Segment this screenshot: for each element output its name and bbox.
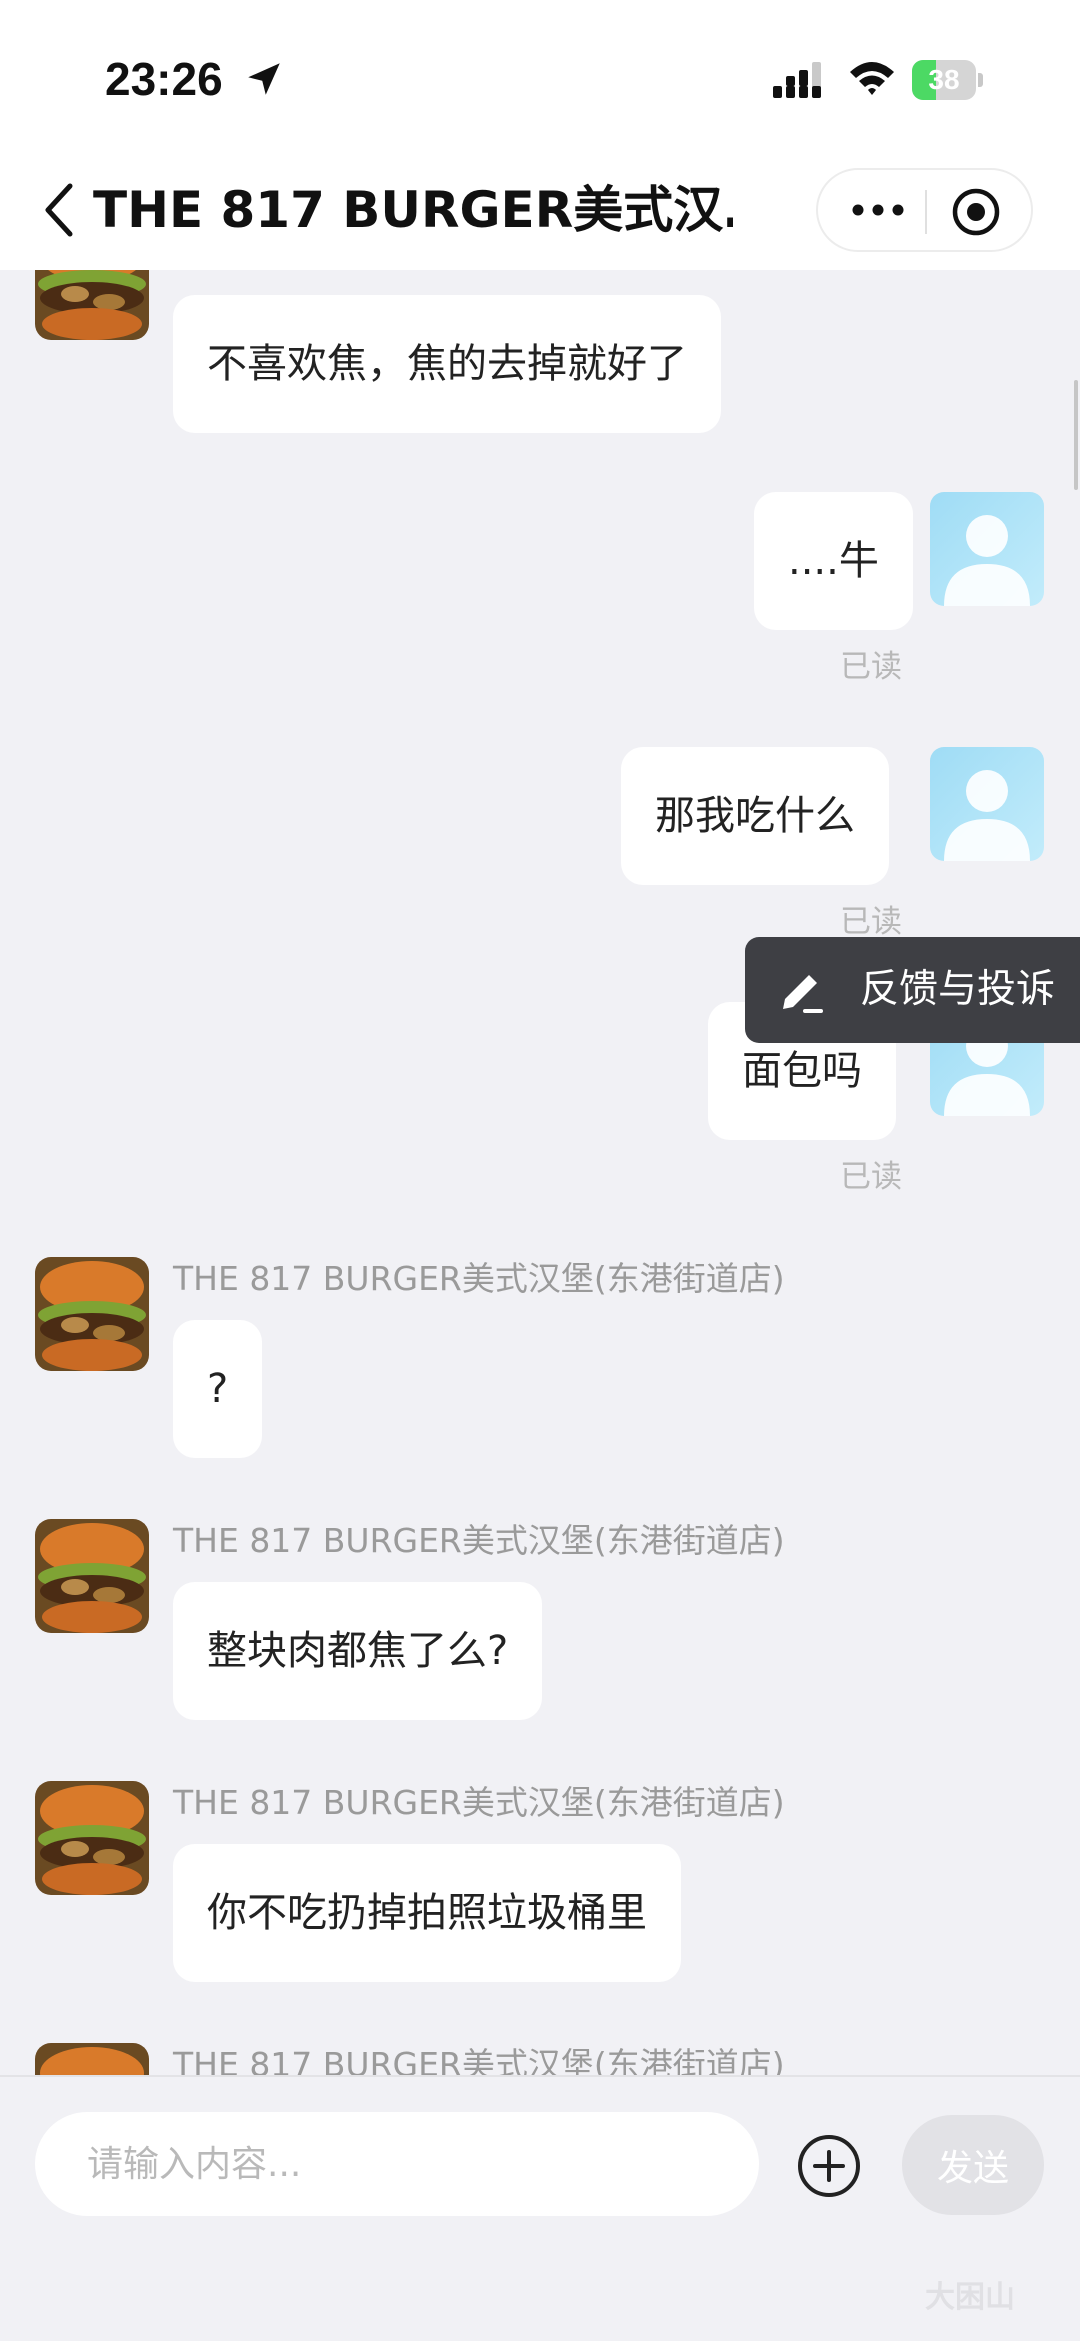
message-bubble[interactable]: ....牛	[754, 492, 913, 630]
status-bar: 23:26 38	[0, 0, 1080, 150]
shop-avatar[interactable]	[35, 2043, 149, 2075]
scrollbar[interactable]	[1074, 380, 1078, 490]
sender-name: THE 817 BURGER美式汉堡(东港街道店)	[173, 1521, 785, 1560]
burger-photo-icon	[35, 1519, 149, 1633]
nav-bar: THE 817 BURGER美式汉…	[0, 150, 1080, 270]
chat-message-list[interactable]: 不喜欢焦，焦的去掉就好了 ....牛 已读 那我吃什么 已读 面包吗 已读 TH…	[0, 270, 1080, 2075]
message-text: 你不吃扔掉拍照垃圾桶里	[207, 1890, 647, 1936]
back-chevron-icon[interactable]	[40, 180, 80, 240]
message-bubble[interactable]: 不喜欢焦，焦的去掉就好了	[173, 295, 721, 433]
status-time: 23:26	[105, 53, 223, 105]
message-bubble[interactable]: 你不吃扔掉拍照垃圾桶里	[173, 1844, 681, 1982]
read-status: 已读	[840, 1159, 902, 1195]
default-user-icon	[930, 747, 1044, 861]
default-user-icon	[930, 492, 1044, 606]
message-bubble[interactable]: ?	[173, 1320, 263, 1458]
edit-pencil-icon	[783, 975, 823, 1013]
message-text: ?	[207, 1366, 229, 1412]
message-bubble[interactable]: 那我吃什么	[621, 747, 889, 885]
message-bubble[interactable]: 整块肉都焦了么?	[173, 1582, 543, 1720]
watermark: 大困山	[925, 2280, 1015, 2315]
message-input-bar: 发送	[0, 2075, 1080, 2341]
shop-avatar[interactable]	[35, 1519, 149, 1633]
shop-avatar[interactable]	[35, 270, 149, 340]
feedback-label: 反馈与投诉	[860, 967, 1056, 1012]
user-avatar[interactable]	[930, 747, 1044, 861]
burger-photo-icon	[35, 1257, 149, 1371]
burger-photo-icon	[35, 270, 149, 340]
read-status: 已读	[840, 904, 902, 940]
send-button[interactable]: 发送	[902, 2115, 1044, 2215]
burger-photo-icon	[35, 2043, 149, 2075]
message-text: ....牛	[788, 538, 879, 584]
sender-name: THE 817 BURGER美式汉堡(东港街道店)	[173, 2045, 785, 2075]
sender-name: THE 817 BURGER美式汉堡(东港街道店)	[173, 1783, 785, 1822]
shop-avatar[interactable]	[35, 1781, 149, 1895]
message-text: 整块肉都焦了么?	[207, 1628, 509, 1674]
message-text: 那我吃什么	[655, 793, 855, 839]
shop-avatar[interactable]	[35, 1257, 149, 1371]
add-circle-icon[interactable]	[797, 2134, 861, 2198]
read-status: 已读	[840, 649, 902, 685]
user-avatar[interactable]	[930, 492, 1044, 606]
capsule-divider	[925, 190, 927, 234]
message-text: 不喜欢焦，焦的去掉就好了	[207, 341, 687, 387]
battery-percentage: 38	[928, 64, 960, 95]
location-arrow-icon	[248, 63, 280, 95]
message-text: 面包吗	[742, 1048, 862, 1094]
mini-program-capsule	[816, 168, 1033, 252]
wifi-icon	[850, 62, 894, 95]
sender-name: THE 817 BURGER美式汉堡(东港街道店)	[173, 1259, 785, 1298]
burger-photo-icon	[35, 1781, 149, 1895]
message-input[interactable]	[35, 2112, 759, 2216]
battery-indicator: 38	[912, 60, 984, 100]
close-target-icon[interactable]	[950, 186, 1002, 238]
cellular-signal-icon	[773, 62, 821, 98]
feedback-complaint-button[interactable]: 反馈与投诉	[745, 937, 1080, 1043]
page-title: THE 817 BURGER美式汉…	[93, 181, 733, 239]
more-icon[interactable]	[848, 190, 908, 230]
